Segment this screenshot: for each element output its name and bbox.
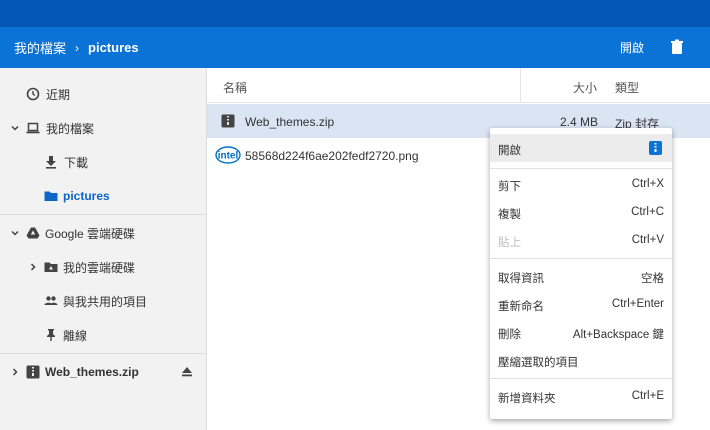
google-drive-icon — [26, 227, 40, 239]
open-button[interactable]: 開啟 — [612, 27, 652, 68]
sidebar-item-label: 下載 — [64, 155, 89, 170]
people-icon — [44, 296, 58, 305]
folder-icon — [44, 191, 58, 201]
menu-item-open[interactable]: 開啟 — [490, 134, 672, 162]
sidebar-item-downloads[interactable]: 下載 — [0, 145, 207, 179]
zip-archive-icon — [221, 114, 235, 128]
sidebar-item-offline[interactable]: 離線 — [0, 318, 207, 352]
sidebar-item-google-drive[interactable]: Google 雲端硬碟 — [0, 216, 207, 250]
sidebar-item-label: 我的檔案 — [46, 121, 95, 136]
menu-item-shortcut: Ctrl+E — [631, 390, 664, 402]
menu-item-cut[interactable]: 剪下 Ctrl+X — [490, 170, 672, 198]
sidebar-item-label: Web_themes.zip — [45, 365, 139, 379]
menu-item-copy[interactable]: 複製 Ctrl+C — [490, 198, 672, 226]
sidebar-item-label: pictures — [63, 189, 110, 203]
clock-icon — [26, 87, 40, 101]
sidebar-item-label: 近期 — [46, 87, 71, 102]
breadcrumb-root[interactable]: 我的檔案 — [14, 38, 66, 57]
menu-item-label: 壓縮選取的項目 — [498, 357, 579, 369]
sidebar-item-shared-with-me[interactable]: 與我共用的項目 — [0, 284, 207, 318]
zip-open-icon — [649, 141, 662, 155]
menu-item-label: 刪除 — [498, 329, 521, 341]
eject-icon[interactable] — [180, 365, 194, 379]
menu-item-paste[interactable]: 貼上 Ctrl+V — [490, 226, 672, 254]
chevron-right-icon[interactable] — [9, 366, 21, 378]
app-header: 我的檔案 › pictures 開啟 — [0, 27, 710, 68]
sidebar-item-label: Google 雲端硬碟 — [45, 226, 136, 241]
breadcrumb-current[interactable]: pictures — [88, 40, 139, 55]
menu-item-label: 新增資料夾 — [498, 393, 556, 405]
sidebar: 近期 我的檔案 下載 pictures Google 雲端硬碟 我的雲端硬碟 與… — [0, 68, 207, 430]
file-list-header: 名稱 大小 類型 — [207, 68, 710, 103]
title-bar — [0, 0, 710, 27]
intel-logo-icon: intel — [215, 146, 241, 164]
breadcrumb: 我的檔案 › pictures — [14, 27, 139, 68]
laptop-icon — [26, 122, 40, 134]
chevron-right-icon[interactable] — [27, 261, 39, 273]
sidebar-item-label: 離線 — [63, 328, 88, 343]
sidebar-item-pictures[interactable]: pictures — [0, 179, 207, 213]
menu-item-label: 複製 — [498, 209, 521, 221]
menu-item-label: 重新命名 — [498, 301, 544, 313]
column-header-size[interactable]: 大小 — [573, 79, 597, 96]
menu-item-get-info[interactable]: 取得資訊 空格 — [490, 262, 672, 290]
menu-item-shortcut: Alt+Backspace 鍵 — [572, 329, 664, 341]
file-name: Web_themes.zip — [245, 115, 335, 129]
column-header-type[interactable]: 類型 — [615, 79, 639, 96]
menu-item-label: 貼上 — [498, 237, 521, 249]
sidebar-divider — [0, 214, 207, 215]
menu-separator — [490, 168, 672, 169]
sidebar-item-label: 我的雲端硬碟 — [63, 260, 136, 275]
zip-archive-icon — [26, 365, 40, 379]
menu-item-label: 取得資訊 — [498, 273, 544, 285]
menu-item-new-folder[interactable]: 新增資料夾 Ctrl+E — [490, 382, 672, 410]
menu-item-delete[interactable]: 刪除 Alt+Backspace 鍵 — [490, 318, 672, 346]
chevron-down-icon[interactable] — [9, 122, 21, 134]
trash-icon[interactable] — [668, 38, 686, 56]
sidebar-item-web-themes-zip[interactable]: Web_themes.zip — [0, 355, 207, 389]
column-divider[interactable] — [520, 68, 521, 103]
context-menu: 開啟 剪下 Ctrl+X 複製 Ctrl+C 貼上 Ctrl+V 取得資訊 空格… — [490, 128, 672, 419]
sidebar-divider — [0, 353, 207, 354]
menu-separator — [490, 378, 672, 379]
intel-logo-text: intel — [218, 151, 239, 162]
file-name: 58568d224f6ae202fedf2720.png — [245, 149, 419, 163]
sidebar-item-label: 與我共用的項目 — [63, 294, 148, 309]
sidebar-item-recent[interactable]: 近期 — [0, 77, 207, 111]
drive-folder-icon — [44, 262, 58, 272]
chevron-right-icon: › — [75, 40, 80, 55]
menu-item-zip-selection[interactable]: 壓縮選取的項目 — [490, 346, 672, 374]
chevron-down-icon[interactable] — [9, 227, 21, 239]
menu-item-shortcut: Ctrl+X — [631, 178, 664, 190]
menu-item-label: 剪下 — [498, 181, 521, 193]
menu-item-rename[interactable]: 重新命名 Ctrl+Enter — [490, 290, 672, 318]
sidebar-item-my-files[interactable]: 我的檔案 — [0, 111, 207, 145]
menu-item-shortcut: Ctrl+Enter — [611, 298, 664, 310]
menu-item-shortcut: 空格 — [641, 273, 664, 285]
menu-item-shortcut: Ctrl+V — [631, 234, 664, 246]
menu-separator — [490, 258, 672, 259]
menu-item-label: 開啟 — [498, 145, 521, 157]
menu-item-shortcut: Ctrl+C — [631, 206, 664, 218]
file-size: 2.4 MB — [559, 115, 598, 129]
download-icon — [46, 156, 56, 169]
pin-icon — [47, 329, 55, 341]
sidebar-item-my-drive[interactable]: 我的雲端硬碟 — [0, 250, 207, 284]
column-header-name[interactable]: 名稱 — [223, 79, 247, 96]
